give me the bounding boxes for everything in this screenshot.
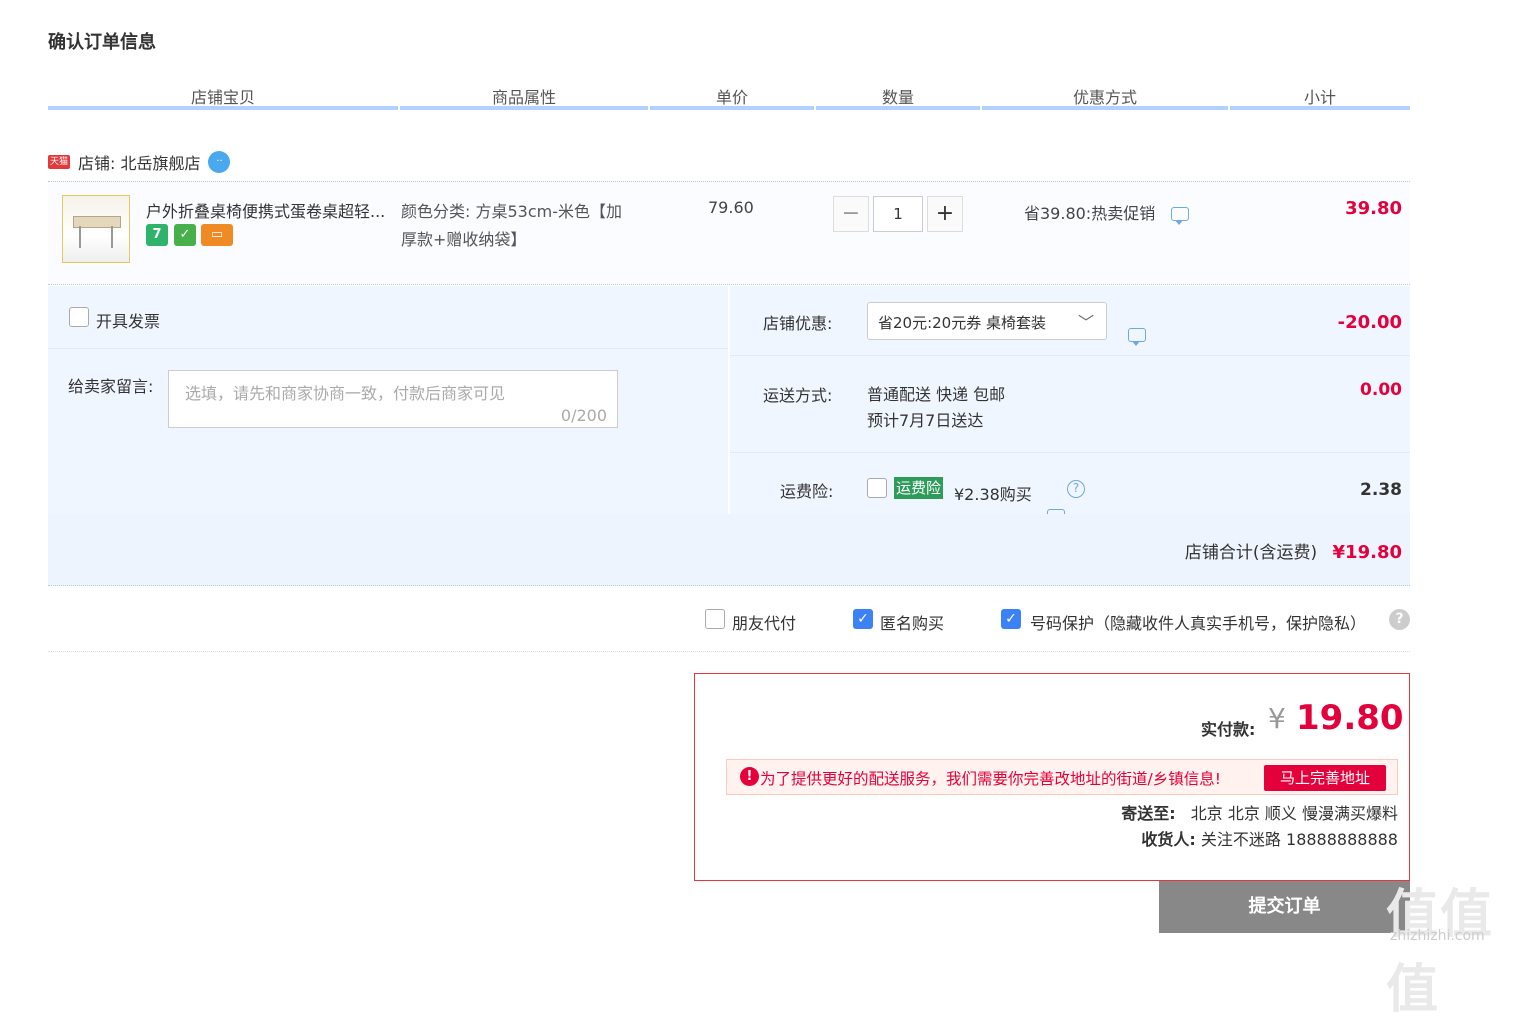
unit-price: 79.60 (708, 198, 754, 217)
watermark-logo: 值值值 (1386, 885, 1495, 1020)
product-thumbnail[interactable] (62, 195, 130, 263)
submit-order-button[interactable]: 提交订单 (1159, 881, 1410, 933)
shop-total-amount: ¥19.80 (1332, 542, 1402, 563)
quantity-decrease-button[interactable]: − (833, 196, 869, 232)
column-header-attributes: 商品属性 (400, 84, 648, 110)
product-attributes: 颜色分类: 方桌53cm-米色【加 厚款+赠收纳袋】 (401, 198, 651, 254)
column-header-quantity: 数量 (816, 84, 980, 110)
insurance-price[interactable]: ¥2.38购买 (954, 481, 1032, 505)
message-textarea[interactable]: 选填，请先和商家协商一致，付款后商家可见 0/200 (168, 370, 618, 428)
insurance-amount: 2.38 (1360, 480, 1402, 500)
message-counter: 0/200 (560, 406, 607, 425)
attribute-line: 颜色分类: 方桌53cm-米色【加 (401, 202, 622, 221)
column-header-promotion: 优惠方式 (982, 84, 1228, 110)
shop-total-label: 店铺合计(含运费) (1184, 543, 1318, 563)
shipping-label: 运送方式: (763, 386, 833, 405)
friend-pay-label: 朋友代付 (732, 614, 797, 633)
shipping-method: 普通配送 快递 包邮 (867, 385, 1006, 404)
number-protect-label: 号码保护（隐藏收件人真实手机号，保护隐私） (1030, 614, 1367, 633)
ship-to-address: 北京 北京 顺义 慢漫满买爆料 (1190, 804, 1398, 823)
message-placeholder: 选填，请先和商家协商一致，付款后商家可见 (185, 384, 506, 403)
column-header-price: 单价 (650, 84, 814, 110)
attribute-line: 厚款+赠收纳袋】 (401, 230, 527, 249)
invoice-checkbox[interactable] (69, 307, 89, 327)
ship-to-label: 寄送至: (1121, 804, 1176, 823)
chevron-down-icon: ﹀ (1077, 313, 1094, 332)
promotion-text: 省39.80:热卖促销 (1024, 204, 1156, 223)
chat-icon[interactable] (1171, 207, 1189, 225)
column-header-item: 店铺宝贝 (48, 84, 398, 110)
shop-discount-amount: -20.00 (1337, 312, 1402, 333)
shipping-info: 普通配送 快递 包邮 预计7月7日送达 (867, 382, 1005, 434)
wangwang-chat-icon[interactable]: ·· (208, 151, 231, 173)
complete-address-button[interactable]: 马上完善地址 (1264, 765, 1386, 791)
help-icon[interactable]: ? (1389, 609, 1410, 630)
shop-discount-value: 省20元:20元券 桌椅套装 (878, 314, 1046, 332)
quantity-input[interactable]: 1 (873, 196, 923, 232)
shipping-eta: 预计7月7日送达 (867, 411, 984, 430)
shipping-amount: 0.00 (1360, 380, 1402, 400)
insurance-tag: 运费险 (894, 477, 944, 499)
friend-pay-checkbox[interactable] (705, 609, 725, 629)
divider (48, 651, 1410, 652)
warning-icon: ! (740, 767, 759, 786)
shop-discount-select[interactable]: 省20元:20元券 桌椅套装 ﹀ (867, 302, 1107, 340)
column-header-subtotal: 小计 (1230, 84, 1410, 110)
number-protect-checkbox[interactable]: ✓ (1001, 609, 1021, 629)
message-label: 给卖家留言: (68, 377, 154, 396)
shop-line: 天猫 店铺: 北岳旗舰店 ·· (48, 150, 231, 174)
payment-amount: 19.80 (1296, 698, 1404, 738)
shop-discount-label: 店铺优惠: (763, 314, 833, 333)
shop-total: 店铺合计(含运费) ¥19.80 (1100, 538, 1402, 563)
warning-text: 为了提供更好的配送服务，我们需要你完善改地址的街道/乡镇信息! (760, 770, 1221, 788)
chat-icon[interactable] (1128, 328, 1146, 346)
watermark-domain: zhizhizhi.com (1390, 928, 1485, 944)
insurance-label: 运费险: (780, 482, 834, 501)
help-icon[interactable]: ? (1067, 480, 1085, 498)
tmall-icon: 天猫 (48, 155, 70, 169)
item-subtotal: 39.80 (1345, 198, 1402, 219)
receiver-info: 关注不迷路 18888888888 (1200, 830, 1398, 849)
quantity-increase-button[interactable]: + (927, 196, 963, 232)
seven-day-return-badge: 7 (146, 224, 168, 246)
divider (48, 348, 728, 349)
currency-symbol: ¥ (1268, 702, 1286, 735)
anonymous-checkbox[interactable]: ✓ (853, 609, 873, 629)
receiver-line: 收货人: 关注不迷路 18888888888 (1000, 826, 1398, 850)
anonymous-label: 匿名购买 (880, 614, 945, 633)
invoice-label: 开具发票 (96, 312, 161, 331)
page-title: 确认订单信息 (48, 32, 156, 53)
payment-label: 实付款: (1201, 720, 1256, 739)
insurance-checkbox[interactable] (867, 478, 887, 498)
divider (730, 355, 1410, 356)
guarantee-badge-icon: ✓ (174, 224, 196, 246)
shop-name[interactable]: 店铺: 北岳旗舰店 (78, 150, 200, 174)
ship-to-line: 寄送至: 北京 北京 顺义 慢漫满买爆料 (1000, 800, 1398, 824)
item-row (48, 181, 1410, 285)
divider (730, 452, 1410, 453)
receiver-label: 收货人: (1141, 830, 1196, 849)
credit-card-icon: ▭ (201, 224, 233, 246)
product-name[interactable]: 户外折叠桌椅便携式蛋卷桌超轻... (146, 198, 385, 222)
